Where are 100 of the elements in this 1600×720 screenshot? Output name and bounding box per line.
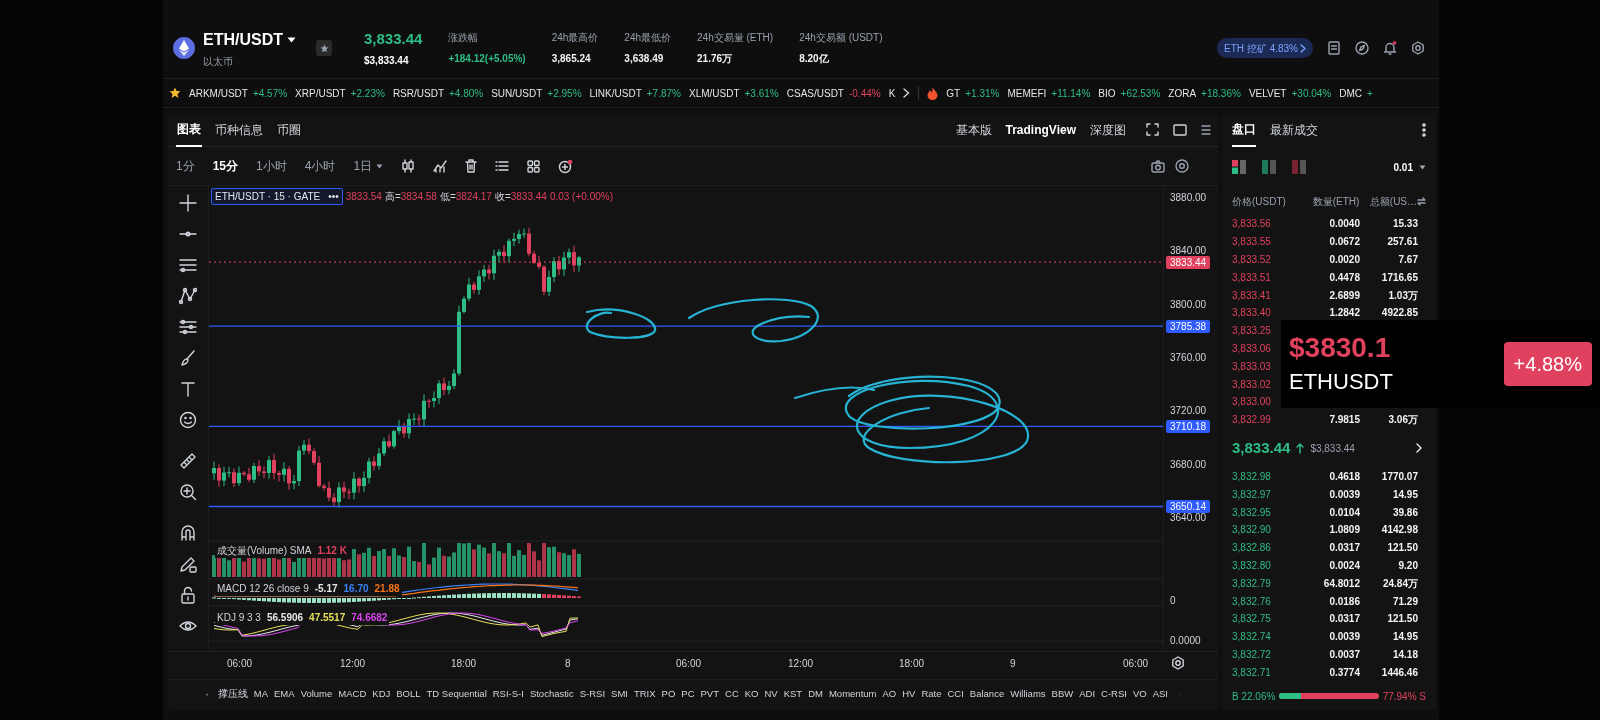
lines-icon[interactable]: [179, 256, 197, 274]
indicator-icon[interactable]: [433, 159, 448, 173]
interval-button[interactable]: 1小时: [256, 157, 287, 175]
chart-tab[interactable]: 币种信息: [214, 112, 264, 147]
indicator-button[interactable]: Williams: [1010, 687, 1046, 702]
add-icon[interactable]: [558, 158, 574, 174]
swap-icon[interactable]: [1417, 196, 1426, 206]
more-icon[interactable]: [1422, 123, 1426, 137]
chart-tab[interactable]: 币圈: [276, 112, 302, 147]
indicator-button[interactable]: Balance: [969, 687, 1005, 702]
crosshair-icon[interactable]: [179, 194, 197, 212]
list-icon[interactable]: [1201, 123, 1211, 136]
indicator-button[interactable]: TRIX: [633, 687, 656, 702]
candles-icon[interactable]: [401, 159, 416, 173]
trash-icon[interactable]: [465, 159, 478, 173]
grid-icon[interactable]: [527, 159, 541, 173]
camera-icon[interactable]: [1151, 159, 1165, 173]
indicator-button[interactable]: BOLL: [396, 687, 421, 702]
chart-tab[interactable]: 图表: [176, 112, 202, 147]
lock-icon[interactable]: [179, 586, 197, 604]
document-icon[interactable]: [1327, 41, 1341, 55]
ticker-item[interactable]: BIO +62.53%: [1098, 85, 1161, 101]
interval-button[interactable]: 1日: [353, 157, 384, 175]
measure-lines-icon[interactable]: [179, 318, 197, 336]
indicator-button[interactable]: PO: [661, 687, 676, 702]
indicator-button[interactable]: RSI-S-I: [492, 687, 524, 702]
indicator-button[interactable]: PC: [681, 687, 695, 702]
ticker-item[interactable]: LINK/USDT +7.87%: [589, 85, 681, 101]
brush-icon[interactable]: [179, 349, 197, 367]
indicator-button[interactable]: VO: [1132, 687, 1147, 702]
book-tab[interactable]: 最新成交: [1270, 113, 1318, 147]
book-tab[interactable]: 盘口: [1232, 113, 1256, 147]
indicator-button[interactable]: KO: [744, 687, 759, 702]
book-both-icon[interactable]: [1232, 160, 1246, 174]
indicator-button[interactable]: TD Sequential: [426, 687, 487, 702]
magnet-icon[interactable]: [179, 524, 197, 542]
settings-icon[interactable]: [1175, 159, 1189, 173]
indicator-button[interactable]: HV: [902, 687, 916, 702]
bell-icon[interactable]: [1383, 41, 1397, 55]
ruler-icon[interactable]: [179, 452, 197, 470]
ticker-item[interactable]: MEMEFI +11.14%: [1007, 85, 1091, 101]
indicator-button[interactable]: EMA: [274, 687, 295, 702]
indicator-button[interactable]: BBW: [1051, 687, 1074, 702]
ticker-item[interactable]: XRP/USDT +2.23%: [295, 85, 385, 101]
indicator-button[interactable]: KST: [783, 687, 803, 702]
ticker-item[interactable]: CSAS/USDT -0.44%: [786, 85, 881, 101]
favorite-button[interactable]: [316, 40, 332, 56]
ticker-item[interactable]: SUN/USDT +2.95%: [491, 85, 582, 101]
star-icon[interactable]: [169, 87, 181, 99]
view-tab[interactable]: TradingView: [1005, 120, 1076, 139]
indicator-button[interactable]: C-RSI: [1101, 687, 1127, 702]
ticker-item[interactable]: K: [888, 85, 896, 101]
ticker-item[interactable]: VELVET +30.04%: [1248, 85, 1332, 101]
ticker-item[interactable]: XLM/USDT +3.61%: [688, 85, 779, 101]
indicator-button[interactable]: KDJ: [372, 687, 391, 702]
pencil-lock-icon[interactable]: [179, 555, 197, 573]
interval-button[interactable]: 1分: [176, 157, 195, 175]
indicator-button[interactable]: AO: [882, 687, 897, 702]
caret-icon[interactable]: [287, 36, 296, 43]
indicator-button[interactable]: MA: [253, 687, 269, 702]
ticker-item[interactable]: ARKM/USDT +4.57%: [189, 85, 288, 101]
precision-dropdown[interactable]: 0.01: [1393, 159, 1426, 175]
ticker-item[interactable]: DMC +: [1339, 85, 1373, 101]
ticker-item[interactable]: ZORA +18.36%: [1168, 85, 1241, 101]
indicator-button[interactable]: S-RSI: [579, 687, 606, 702]
indicator-button[interactable]: Rate: [921, 687, 942, 702]
mining-badge[interactable]: ETH 挖矿 4.83%: [1217, 38, 1313, 58]
indicator-button[interactable]: ASI: [1152, 687, 1168, 702]
compass-icon[interactable]: [1355, 41, 1369, 55]
interval-button[interactable]: 15分: [212, 157, 239, 175]
smiley-icon[interactable]: [179, 411, 197, 429]
indicator-button[interactable]: CC: [725, 687, 739, 702]
fullscreen-icon[interactable]: [1146, 123, 1159, 136]
indicator-button[interactable]: CCI: [947, 687, 964, 702]
interval-button[interactable]: 4小时: [304, 157, 336, 175]
text-tool-icon[interactable]: [179, 380, 197, 398]
window-icon[interactable]: [1173, 123, 1187, 136]
total-cell-text: 4922.85: [1380, 306, 1418, 321]
zoom-in-icon[interactable]: [179, 483, 197, 501]
zigzag-icon[interactable]: [179, 287, 197, 305]
settings-icon[interactable]: [1171, 656, 1185, 670]
indicator-button[interactable]: PVT: [700, 687, 719, 702]
indicator-button[interactable]: NV: [764, 687, 778, 702]
book-bids-icon[interactable]: [1262, 160, 1276, 174]
view-tab[interactable]: 深度图: [1090, 120, 1126, 139]
indicator-button[interactable]: 撑压线: [217, 687, 248, 702]
indicator-button[interactable]: MACD: [338, 687, 367, 702]
ticker-item[interactable]: GT +1.31%: [946, 85, 1000, 101]
book-asks-icon[interactable]: [1292, 160, 1306, 174]
ticker-item[interactable]: RSR/USDT +4.80%: [392, 85, 484, 101]
list-icon[interactable]: [495, 160, 510, 172]
view-tab[interactable]: 基本版: [955, 120, 992, 139]
indicator-button[interactable]: SMI: [611, 687, 628, 702]
indicator-button[interactable]: Momentum: [828, 687, 877, 702]
indicator-button[interactable]: ADI: [1079, 687, 1096, 702]
indicator-button[interactable]: DM: [808, 687, 823, 702]
indicator-button[interactable]: Stochastic: [529, 687, 574, 702]
settings-icon[interactable]: [1411, 41, 1425, 55]
more-button[interactable]: •••: [328, 191, 339, 202]
indicator-button[interactable]: Volume: [300, 687, 333, 702]
